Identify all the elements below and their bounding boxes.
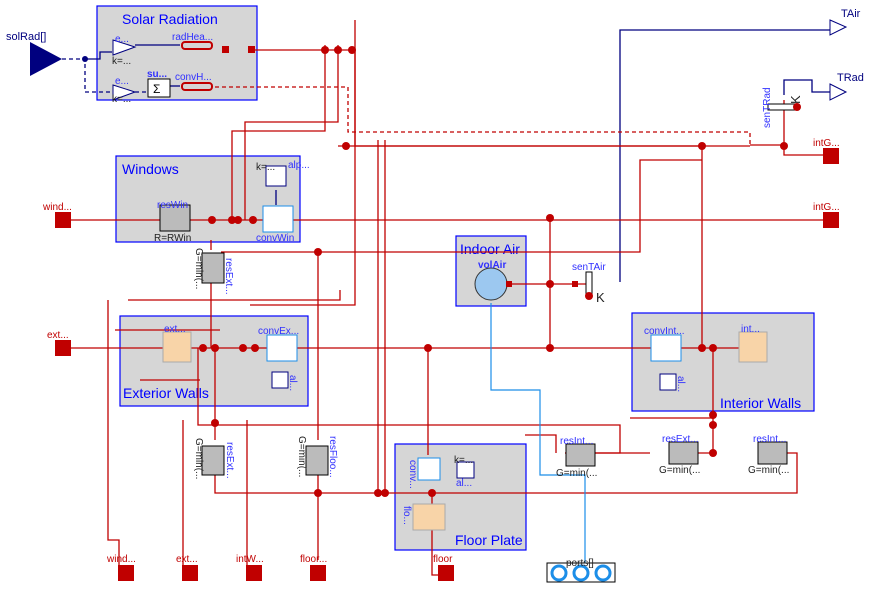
intwall-port-bottom[interactable] (246, 565, 262, 581)
gain1-label: e... (115, 34, 129, 45)
thermometer-bulb (585, 292, 593, 300)
floor-port[interactable] (438, 565, 454, 581)
window-port-left-label: wind... (42, 202, 72, 213)
sentrad-unit: K (788, 95, 803, 104)
indoor-air-title: Indoor Air (460, 241, 520, 257)
convintwall-label: convInt... (644, 326, 685, 337)
floor-plate-title: Floor Plate (455, 532, 523, 548)
sum-symbol: Σ (153, 82, 160, 96)
floor-port-bottom-label: floor... (300, 554, 327, 565)
resextlow-resistor[interactable] (201, 445, 225, 476)
window-port-bottom[interactable] (118, 565, 134, 581)
floor-label: flo... (401, 506, 412, 525)
resint2-label: resInt... (753, 434, 786, 445)
resextint-label: resExt... (662, 434, 699, 445)
fluid-port-icon[interactable] (550, 564, 568, 582)
rad-port[interactable] (222, 46, 229, 53)
convwin-convection-icon[interactable] (262, 205, 294, 233)
resint1-label: resInt... (560, 436, 593, 447)
fluid-port-icon[interactable] (594, 564, 612, 582)
intgains-conv-port[interactable] (823, 212, 839, 228)
resint1-param: G=min(... (556, 468, 597, 479)
convfloor-const-label: al... (456, 478, 472, 489)
exterior-walls-title: Exterior Walls (123, 385, 209, 401)
resextint-resistor[interactable] (668, 441, 699, 465)
ext-port-left-label: ext... (47, 330, 69, 341)
sentair-unit: K (596, 290, 605, 305)
signal-junction (82, 56, 88, 62)
convextwall-convection-icon[interactable] (266, 334, 298, 362)
trad-output-triangle[interactable] (829, 83, 848, 101)
sum-label: su... (147, 69, 167, 80)
convextwall-label: convEx... (258, 326, 299, 337)
ext-port-left[interactable] (55, 340, 71, 356)
convheat-label: convH... (175, 72, 212, 83)
volair-volume-icon[interactable] (474, 267, 508, 301)
sentair-thermometer-icon[interactable] (585, 271, 593, 295)
resint2-resistor[interactable] (757, 441, 788, 465)
sentrad-label: senTRad (762, 87, 773, 128)
extwall-icon[interactable] (162, 331, 192, 363)
fluid-ports-label: ports[] (566, 558, 594, 569)
windows-title: Windows (122, 161, 179, 177)
resfloor-param: G=min(... (296, 436, 307, 477)
trad-label: TRad (837, 72, 864, 84)
intwall-label: int... (741, 324, 760, 335)
intgains-rad-port[interactable] (823, 148, 839, 164)
modelica-diagram: Solar Radiation Windows Exterior Walls I… (6, 5, 864, 583)
fluid-ports[interactable]: ports[] (546, 558, 616, 583)
reswin-label: resWin (157, 200, 188, 211)
radheat-label: radHea... (172, 32, 213, 43)
convwin-k: k=... (256, 162, 275, 173)
convint-const-label: al... (675, 376, 686, 392)
resextwin-resistor[interactable] (201, 252, 225, 284)
intwall-icon[interactable] (738, 331, 768, 363)
convfloor-label: conv... (407, 460, 418, 489)
window-port-left[interactable] (55, 212, 71, 228)
floor-port-bottom[interactable] (310, 565, 326, 581)
volair-label: volAir (478, 260, 506, 271)
intgains-conv-label: intG... (813, 202, 840, 213)
floor-wall-icon[interactable] (412, 503, 446, 531)
intwall-port-bottom-label: intW... (236, 554, 264, 565)
window-port-bottom-label: wind... (106, 554, 136, 565)
convint-const-block[interactable] (659, 373, 677, 391)
resextwin-param: G=min(... (193, 248, 204, 289)
extwall-label: ext... (164, 324, 186, 335)
tair-label: TAir (841, 8, 861, 20)
solrad-label: solRad[] (6, 31, 46, 43)
gain2-label: e... (115, 76, 129, 87)
sentair-port[interactable] (572, 281, 578, 287)
convwin-const-label: alp... (288, 160, 310, 171)
resint2-param: G=min(... (748, 465, 789, 476)
volair-heat-port[interactable] (506, 281, 512, 287)
interior-walls-title: Interior Walls (720, 395, 801, 411)
sentair-label: senTAir (572, 262, 606, 273)
ext-port-bottom-label: ext... (176, 554, 198, 565)
gain2-k: k=... (112, 94, 131, 105)
resextint-param: G=min(... (659, 465, 700, 476)
convext-const-label: al... (287, 375, 298, 391)
ext-port-bottom[interactable] (182, 565, 198, 581)
reswin-param: R=RWin (154, 233, 191, 244)
resextwin-label: resExt... (223, 258, 234, 295)
resfloor-resistor[interactable] (305, 445, 329, 476)
convfloor-convection-icon[interactable] (417, 457, 441, 481)
convintwall-convection-icon[interactable] (650, 334, 682, 362)
resextlow-label: resExt... (224, 442, 235, 479)
solar-radiation-title: Solar Radiation (122, 11, 218, 27)
convwin-label: convWin (256, 233, 294, 244)
convfloor-k: k=... (454, 455, 473, 466)
convext-const-block[interactable] (271, 371, 289, 389)
tair-output-triangle[interactable] (829, 19, 848, 36)
resint1-resistor[interactable] (565, 443, 596, 467)
resextlow-param: G=min(... (193, 438, 204, 479)
solrad-input-triangle[interactable] (30, 42, 62, 76)
intgains-rad-label: intG... (813, 138, 840, 149)
gain1-k: k=... (112, 56, 131, 67)
floor-port-label: floor (433, 554, 453, 565)
rad-port[interactable] (248, 46, 255, 53)
resfloor-label: resFloo... (327, 436, 338, 478)
